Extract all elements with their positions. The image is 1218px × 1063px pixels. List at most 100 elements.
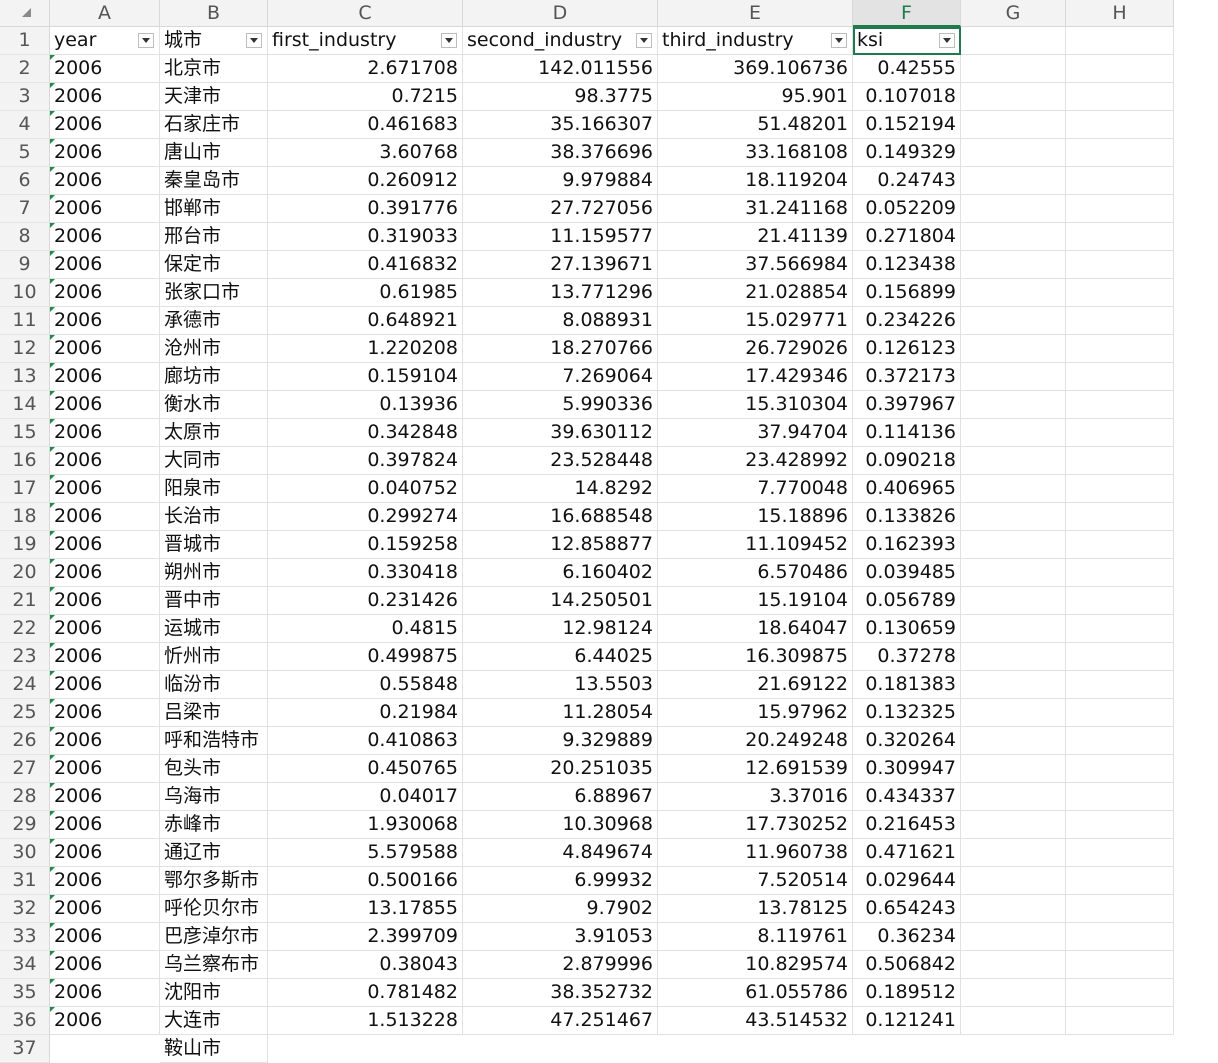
row-header[interactable]: 33 <box>0 923 50 951</box>
row-header[interactable]: 20 <box>0 559 50 587</box>
table-cell[interactable]: 26.729026 <box>658 335 853 363</box>
table-cell[interactable]: 0.320264 <box>853 727 961 755</box>
row-header[interactable]: 7 <box>0 195 50 223</box>
table-cell[interactable]: 51.48201 <box>658 111 853 139</box>
table-cell[interactable] <box>961 699 1066 727</box>
column-header-g[interactable]: G <box>961 0 1066 27</box>
table-cell[interactable]: 17.730252 <box>658 811 853 839</box>
column-header-h[interactable]: H <box>1066 0 1174 27</box>
table-cell[interactable]: 邢台市 <box>160 223 268 251</box>
table-cell[interactable] <box>1066 223 1174 251</box>
table-cell[interactable]: 0.406965 <box>853 475 961 503</box>
table-cell[interactable]: 廊坊市 <box>160 363 268 391</box>
table-cell[interactable] <box>961 503 1066 531</box>
table-cell[interactable]: 2006 <box>50 307 160 335</box>
table-cell[interactable] <box>961 587 1066 615</box>
table-cell[interactable]: 乌兰察布市 <box>160 951 268 979</box>
table-cell[interactable]: 大同市 <box>160 447 268 475</box>
table-cell[interactable]: 12.691539 <box>658 755 853 783</box>
table-cell[interactable] <box>961 335 1066 363</box>
row-header[interactable]: 14 <box>0 391 50 419</box>
table-cell[interactable]: 0.121241 <box>853 1007 961 1035</box>
table-cell[interactable]: 吕梁市 <box>160 699 268 727</box>
table-cell[interactable]: 0.781482 <box>268 979 463 1007</box>
table-cell[interactable]: 0.13936 <box>268 391 463 419</box>
table-cell[interactable]: 15.97962 <box>658 699 853 727</box>
row-header[interactable]: 35 <box>0 979 50 1007</box>
table-cell[interactable]: 0.397967 <box>853 391 961 419</box>
row-header[interactable]: 1 <box>0 27 50 55</box>
table-cell[interactable]: 98.3775 <box>463 83 658 111</box>
table-cell[interactable] <box>961 727 1066 755</box>
column-header-d[interactable]: D <box>463 0 658 27</box>
table-cell[interactable]: 2006 <box>50 55 160 83</box>
table-cell[interactable]: 0.056789 <box>853 587 961 615</box>
table-cell[interactable] <box>1066 699 1174 727</box>
table-cell[interactable] <box>961 83 1066 111</box>
table-cell[interactable]: 0.471621 <box>853 839 961 867</box>
table-cell[interactable] <box>961 895 1066 923</box>
table-cell[interactable] <box>1066 447 1174 475</box>
table-cell[interactable]: 0.189512 <box>853 979 961 1007</box>
table-cell[interactable]: 0.260912 <box>268 167 463 195</box>
table-cell[interactable]: 2006 <box>50 531 160 559</box>
table-cell[interactable]: 0.342848 <box>268 419 463 447</box>
table-cell[interactable]: 0.500166 <box>268 867 463 895</box>
table-cell[interactable]: 临汾市 <box>160 671 268 699</box>
row-header[interactable]: 26 <box>0 727 50 755</box>
table-cell[interactable]: 0.130659 <box>853 615 961 643</box>
table-cell[interactable]: 2006 <box>50 923 160 951</box>
table-cell[interactable]: 37.566984 <box>658 251 853 279</box>
table-cell[interactable] <box>1066 335 1174 363</box>
table-cell[interactable]: 1.930068 <box>268 811 463 839</box>
table-cell[interactable]: 12.98124 <box>463 615 658 643</box>
table-cell[interactable]: 2006 <box>50 475 160 503</box>
table-cell[interactable] <box>1066 531 1174 559</box>
table-cell[interactable]: 天津市 <box>160 83 268 111</box>
table-cell[interactable]: 15.310304 <box>658 391 853 419</box>
table-cell[interactable]: 0.4815 <box>268 615 463 643</box>
filter-dropdown-icon[interactable] <box>636 33 652 48</box>
table-cell[interactable]: 0.499875 <box>268 643 463 671</box>
table-cell[interactable] <box>961 475 1066 503</box>
table-cell[interactable] <box>1066 979 1174 1007</box>
table-cell[interactable]: 0.309947 <box>853 755 961 783</box>
table-cell[interactable]: 2006 <box>50 279 160 307</box>
table-cell[interactable]: 2006 <box>50 615 160 643</box>
table-cell[interactable]: 6.99932 <box>463 867 658 895</box>
row-header[interactable]: 17 <box>0 475 50 503</box>
table-cell[interactable]: 保定市 <box>160 251 268 279</box>
table-cell[interactable]: 2006 <box>50 755 160 783</box>
table-cell[interactable]: 大连市 <box>160 1007 268 1035</box>
table-cell[interactable]: 2006 <box>50 783 160 811</box>
row-header[interactable]: 23 <box>0 643 50 671</box>
table-cell[interactable]: 14.8292 <box>463 475 658 503</box>
table-cell[interactable]: 2006 <box>50 83 160 111</box>
table-cell[interactable]: 2006 <box>50 811 160 839</box>
table-cell[interactable] <box>961 923 1066 951</box>
row-header[interactable]: 22 <box>0 615 50 643</box>
row-header[interactable]: 5 <box>0 139 50 167</box>
table-cell[interactable] <box>961 167 1066 195</box>
table-cell[interactable]: 2006 <box>50 223 160 251</box>
table-cell[interactable]: 沈阳市 <box>160 979 268 1007</box>
filter-dropdown-icon[interactable] <box>138 33 154 48</box>
table-cell[interactable]: 0.461683 <box>268 111 463 139</box>
table-cell[interactable]: 39.630112 <box>463 419 658 447</box>
table-cell[interactable]: 0.156899 <box>853 279 961 307</box>
table-cell[interactable]: 1.220208 <box>268 335 463 363</box>
table-cell[interactable]: 369.106736 <box>658 55 853 83</box>
table-cell[interactable]: 6.88967 <box>463 783 658 811</box>
table-cell[interactable]: 0.42555 <box>853 55 961 83</box>
table-cell[interactable]: 3.60768 <box>268 139 463 167</box>
table-cell[interactable]: 18.64047 <box>658 615 853 643</box>
table-cell[interactable]: 阳泉市 <box>160 475 268 503</box>
table-cell[interactable]: 2006 <box>50 699 160 727</box>
table-cell[interactable]: 0.319033 <box>268 223 463 251</box>
table-cell[interactable] <box>1066 139 1174 167</box>
table-cell[interactable] <box>961 55 1066 83</box>
table-cell[interactable] <box>1066 27 1174 55</box>
table-cell[interactable]: 10.829574 <box>658 951 853 979</box>
table-cell[interactable]: 7.269064 <box>463 363 658 391</box>
table-cell[interactable]: 20.251035 <box>463 755 658 783</box>
